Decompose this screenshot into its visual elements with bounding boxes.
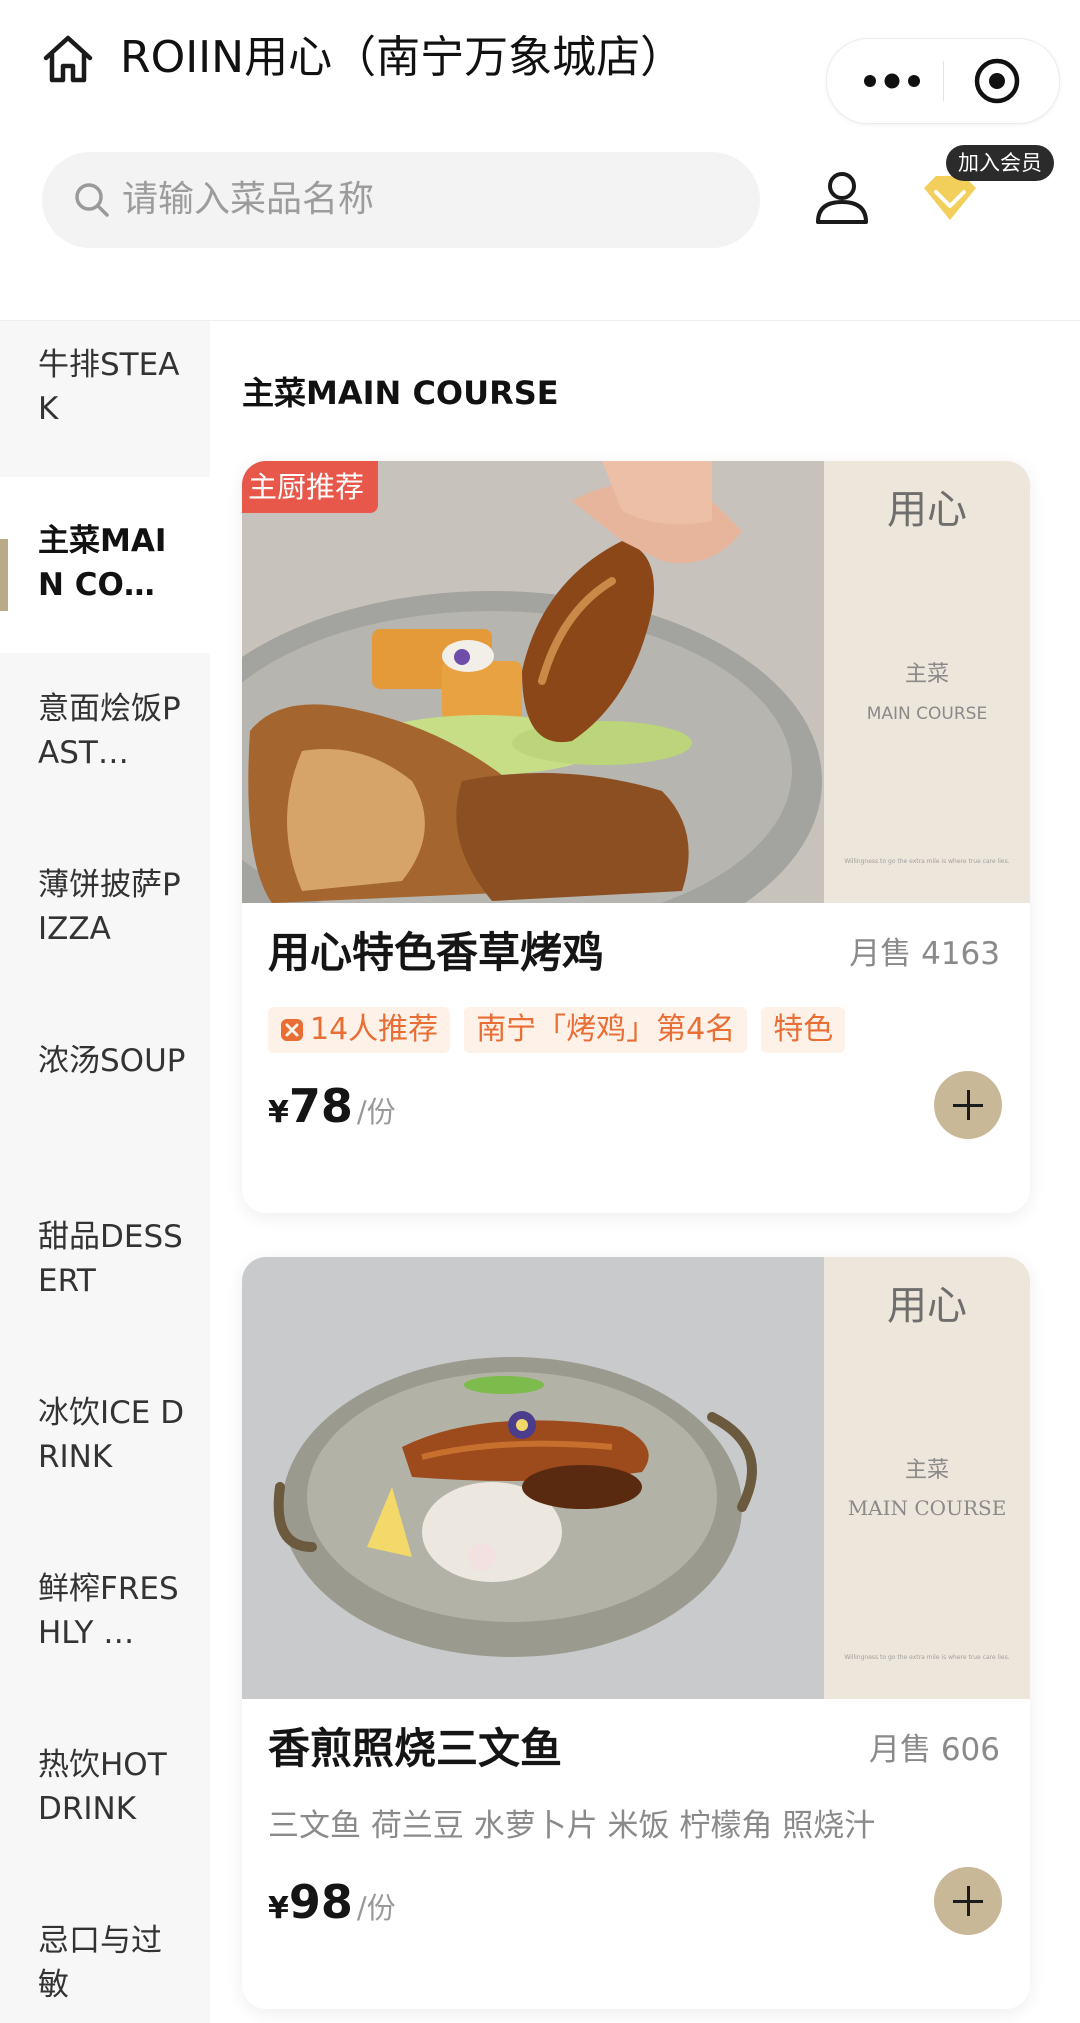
panel-en-text: MAIN COURSE (848, 1496, 1007, 1520)
sidebar-item-pasta[interactable]: 意面烩饭PAST… (0, 653, 210, 829)
sidebar-item-label: 薄饼披萨PIZZA (38, 867, 181, 947)
chef-recommend-ribbon: 主厨推荐 (242, 461, 379, 513)
sidebar-item-freshly[interactable]: 鲜榨FRESHLY … (0, 1533, 210, 1709)
dish-photo: 用心 主菜 MAIN COURSE Willingness to go the … (242, 1257, 1030, 1699)
sidebar-item-label: 甜品DESSERT (38, 1219, 183, 1299)
dish-description: 三文鱼 荷兰豆 水萝卜片 米饭 柠檬角 照烧汁 (268, 1808, 876, 1844)
dish-list: 主菜MAIN COURSE 用心 主菜 MAIN COURSE Willingn… (210, 321, 1080, 2023)
sidebar-item-label: 主菜MAIN CO… (38, 523, 167, 603)
sidebar-item-label: 牛排STEAK (38, 347, 180, 427)
sidebar-item-steak[interactable]: 牛排STEAK (0, 321, 210, 477)
category-sidebar: 牛排STEAK 主菜MAIN CO… 意面烩饭PAST… 薄饼披萨PIZZA 浓… (0, 321, 210, 2023)
sidebar-item-main-course[interactable]: 主菜MAIN CO… (0, 477, 210, 653)
section-title: 主菜MAIN COURSE (242, 374, 559, 412)
price-unit: /份 (356, 1891, 396, 1925)
tag-label: 南宁「烤鸡」第4名 (476, 1012, 736, 1047)
sidebar-item-label: 浓汤SOUP (38, 1043, 186, 1079)
sidebar-item-label: 冰饮ICE DRINK (38, 1395, 185, 1475)
dish-card[interactable]: 用心 主菜 MAIN COURSE Willingness to go the … (242, 461, 1030, 1213)
panel-brand-text: 用心 (887, 487, 967, 533)
price-unit: /份 (356, 1095, 396, 1129)
join-member-badge[interactable]: 加入会员 (946, 145, 1054, 181)
dish-price: ¥78/份 (268, 1079, 396, 1133)
panel-note-text: Willingness to go the extra mile is wher… (844, 1654, 1009, 1661)
search-placeholder: 请输入菜品名称 (122, 179, 375, 220)
sidebar-item-dessert[interactable]: 甜品DESSERT (0, 1181, 210, 1357)
sidebar-item-soup[interactable]: 浓汤SOUP (0, 1005, 210, 1181)
sidebar-item-allergy[interactable]: 忌口与过敏 (0, 1885, 210, 2023)
tag-label: 14人推荐 (310, 1012, 439, 1047)
sidebar-item-pizza[interactable]: 薄饼披萨PIZZA (0, 829, 210, 1005)
price-value: 78 (288, 1079, 353, 1133)
header: ROIIN用心（南宁万象城店） 请输入菜品名称 加入会员 (0, 0, 1080, 320)
dish-card[interactable]: 用心 主菜 MAIN COURSE Willingness to go the … (242, 1257, 1030, 2009)
tag-label: 特色 (773, 1012, 834, 1047)
currency-symbol: ¥ (268, 1891, 289, 1926)
panel-brand-text: 用心 (887, 1283, 967, 1329)
ranking-tag: 南宁「烤鸡」第4名 (464, 1007, 748, 1053)
monthly-sales: 月售 606 (868, 1732, 1000, 1768)
dish-price: ¥98/份 (268, 1875, 396, 1929)
dish-name: 用心特色香草烤鸡 (268, 928, 605, 977)
currency-symbol: ¥ (268, 1095, 289, 1130)
more-dots-icon[interactable] (857, 59, 931, 103)
dish-tags: 14人推荐 南宁「烤鸡」第4名 特色 (268, 1007, 846, 1053)
mini-program-capsule (826, 38, 1060, 124)
sidebar-item-ice-drink[interactable]: 冰饮ICE DRINK (0, 1357, 210, 1533)
active-indicator (0, 539, 8, 611)
search-icon (75, 183, 109, 217)
panel-en-text: MAIN COURSE (867, 704, 987, 724)
user-icon[interactable] (812, 168, 872, 230)
home-icon[interactable] (40, 30, 96, 86)
panel-note-text: Willingness to go the extra mile is wher… (844, 858, 1009, 865)
capsule-divider (943, 61, 944, 101)
dish-photo: 用心 主菜 MAIN COURSE Willingness to go the … (242, 461, 1030, 903)
panel-cn-text: 主菜 (905, 662, 949, 687)
sidebar-item-label: 忌口与过敏 (38, 1923, 162, 2003)
recommend-icon (281, 1019, 303, 1041)
sidebar-item-label: 意面烩饭PAST… (38, 691, 181, 771)
add-to-cart-button[interactable] (934, 1867, 1002, 1935)
monthly-sales: 月售 4163 (849, 936, 1000, 972)
sidebar-item-label: 热饮HOT DRINK (38, 1747, 167, 1827)
feature-tag: 特色 (761, 1007, 846, 1053)
add-to-cart-button[interactable] (934, 1071, 1002, 1139)
recommend-tag: 14人推荐 (268, 1007, 451, 1053)
search-input[interactable]: 请输入菜品名称 (42, 152, 760, 248)
sidebar-item-hot-drink[interactable]: 热饮HOT DRINK (0, 1709, 210, 1885)
target-circle-icon[interactable] (973, 57, 1021, 105)
panel-cn-text: 主菜 (905, 1458, 949, 1483)
dish-name: 香煎照烧三文鱼 (268, 1724, 563, 1773)
price-value: 98 (288, 1875, 353, 1929)
sidebar-item-label: 鲜榨FRESHLY … (38, 1571, 179, 1651)
store-title: ROIIN用心（南宁万象城店） (120, 32, 685, 83)
